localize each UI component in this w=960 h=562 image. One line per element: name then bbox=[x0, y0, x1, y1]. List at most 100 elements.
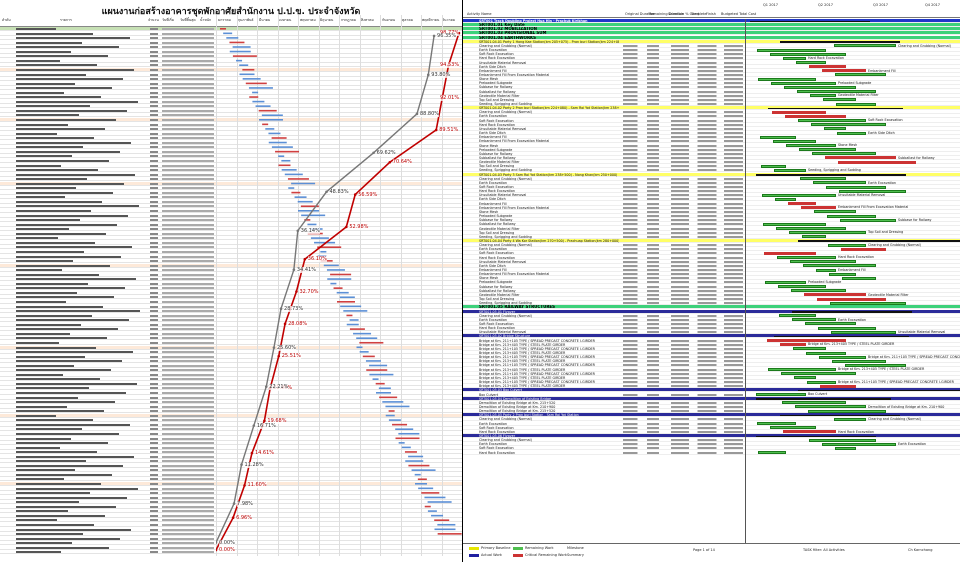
activity-bar[interactable] bbox=[822, 69, 866, 73]
activity-bar[interactable] bbox=[760, 135, 796, 139]
task-schedule-bar bbox=[294, 196, 307, 198]
activity-bar[interactable] bbox=[782, 401, 846, 405]
activity-bar[interactable] bbox=[770, 426, 816, 430]
activity-bar[interactable] bbox=[812, 152, 876, 156]
activity-bar[interactable] bbox=[807, 380, 836, 384]
activity-bar[interactable] bbox=[834, 44, 896, 48]
task-date-cell bbox=[162, 182, 214, 185]
activity-bar[interactable] bbox=[791, 289, 846, 293]
activity-bar[interactable] bbox=[758, 77, 816, 81]
activity-bar[interactable] bbox=[814, 210, 856, 214]
activity-bar[interactable] bbox=[777, 256, 836, 260]
col-activity-name: Activity Name bbox=[467, 12, 492, 16]
task-text-cell bbox=[16, 518, 146, 522]
activity-bar[interactable] bbox=[778, 285, 826, 289]
activity-bar[interactable] bbox=[774, 168, 806, 172]
activity-bar[interactable] bbox=[800, 177, 846, 181]
activity-bar[interactable] bbox=[789, 231, 866, 235]
activity-bar[interactable] bbox=[783, 56, 806, 60]
activity-bar[interactable] bbox=[818, 326, 876, 330]
activity-bar[interactable] bbox=[817, 297, 886, 301]
activity-bar[interactable] bbox=[761, 164, 786, 168]
activity-bar[interactable] bbox=[776, 227, 846, 230]
activity-bar[interactable] bbox=[806, 351, 846, 355]
activity-bar[interactable] bbox=[810, 94, 836, 98]
activity-bar[interactable] bbox=[798, 119, 866, 123]
task-qty-cell bbox=[150, 401, 158, 404]
activity-bar[interactable] bbox=[840, 218, 896, 222]
activity-bar[interactable] bbox=[783, 430, 836, 434]
activity-bar[interactable] bbox=[780, 343, 806, 347]
activity-bar[interactable] bbox=[834, 417, 866, 421]
activity-bar[interactable] bbox=[763, 222, 826, 226]
activity-bar[interactable] bbox=[820, 384, 856, 388]
activity-bar[interactable] bbox=[835, 446, 856, 450]
activity-bar[interactable] bbox=[764, 251, 816, 255]
activity-bar[interactable] bbox=[799, 148, 856, 152]
activity-bar[interactable] bbox=[824, 127, 846, 131]
activity-bar[interactable] bbox=[773, 139, 816, 143]
activity-bar[interactable] bbox=[838, 160, 916, 164]
activity-bar[interactable] bbox=[757, 48, 826, 52]
activity-bar[interactable] bbox=[768, 368, 836, 372]
task-schedule-bar bbox=[395, 437, 420, 440]
activity-bar[interactable] bbox=[809, 65, 846, 69]
activity-bar[interactable] bbox=[781, 372, 856, 376]
task-qty-cell bbox=[150, 351, 158, 354]
task-date-cell bbox=[162, 301, 214, 303]
activity-bar[interactable] bbox=[825, 156, 896, 160]
activity-bar[interactable] bbox=[836, 102, 876, 106]
activity-bar[interactable] bbox=[827, 214, 876, 218]
activity-bar[interactable] bbox=[792, 318, 836, 322]
activity-bar[interactable] bbox=[808, 409, 886, 413]
activity-bar[interactable] bbox=[823, 98, 856, 102]
activity-bar[interactable] bbox=[779, 314, 816, 318]
activity-bar[interactable] bbox=[785, 114, 846, 118]
task-text-cell bbox=[16, 309, 146, 313]
activity-bar[interactable] bbox=[794, 376, 816, 380]
activity-bar[interactable] bbox=[771, 81, 836, 85]
activity-bar[interactable] bbox=[756, 393, 806, 396]
activity-values-cell bbox=[623, 318, 743, 321]
activity-bar[interactable] bbox=[835, 73, 886, 77]
activity-bar[interactable] bbox=[841, 247, 886, 251]
task-date-cell bbox=[162, 551, 214, 554]
activity-bar[interactable] bbox=[831, 330, 896, 334]
activity-bar[interactable] bbox=[796, 61, 826, 64]
activity-bar[interactable] bbox=[813, 181, 866, 185]
activity-bar[interactable] bbox=[765, 280, 806, 284]
task-text-cell bbox=[16, 546, 146, 550]
actual-point bbox=[240, 463, 243, 466]
activity-bar[interactable] bbox=[762, 193, 836, 197]
activity-bar[interactable] bbox=[788, 202, 816, 206]
activity-bar[interactable] bbox=[802, 235, 826, 239]
activity-bar[interactable] bbox=[832, 359, 886, 363]
activity-bar[interactable] bbox=[842, 276, 876, 280]
activity-bar[interactable] bbox=[772, 110, 826, 114]
activity-bar[interactable] bbox=[790, 260, 856, 264]
activity-bar[interactable] bbox=[793, 347, 826, 351]
task-qty-cell bbox=[150, 328, 158, 331]
actual-point bbox=[426, 73, 430, 77]
activity-bar[interactable] bbox=[811, 123, 886, 127]
activity-bar[interactable] bbox=[828, 243, 866, 247]
activity-bar[interactable] bbox=[758, 451, 786, 455]
activity-bar[interactable] bbox=[786, 144, 836, 147]
activity-bar[interactable] bbox=[809, 438, 876, 442]
activity-bar[interactable] bbox=[826, 185, 886, 189]
activity-bar[interactable] bbox=[816, 268, 836, 272]
activity-bar[interactable] bbox=[837, 131, 866, 135]
activity-bar[interactable] bbox=[757, 422, 796, 426]
activity-bar[interactable] bbox=[822, 442, 896, 446]
activity-bar[interactable] bbox=[830, 301, 906, 305]
activity-bar[interactable] bbox=[801, 206, 836, 210]
activity-bar[interactable] bbox=[829, 272, 856, 276]
activity-bar[interactable] bbox=[784, 85, 856, 89]
activity-bar[interactable] bbox=[775, 197, 796, 201]
activity-bar[interactable] bbox=[804, 293, 866, 297]
summary-bar bbox=[780, 41, 900, 43]
activity-bar[interactable] bbox=[795, 405, 866, 409]
activity-bar[interactable] bbox=[819, 355, 866, 359]
activity-bar[interactable] bbox=[805, 322, 856, 326]
task-text-cell bbox=[16, 177, 146, 181]
